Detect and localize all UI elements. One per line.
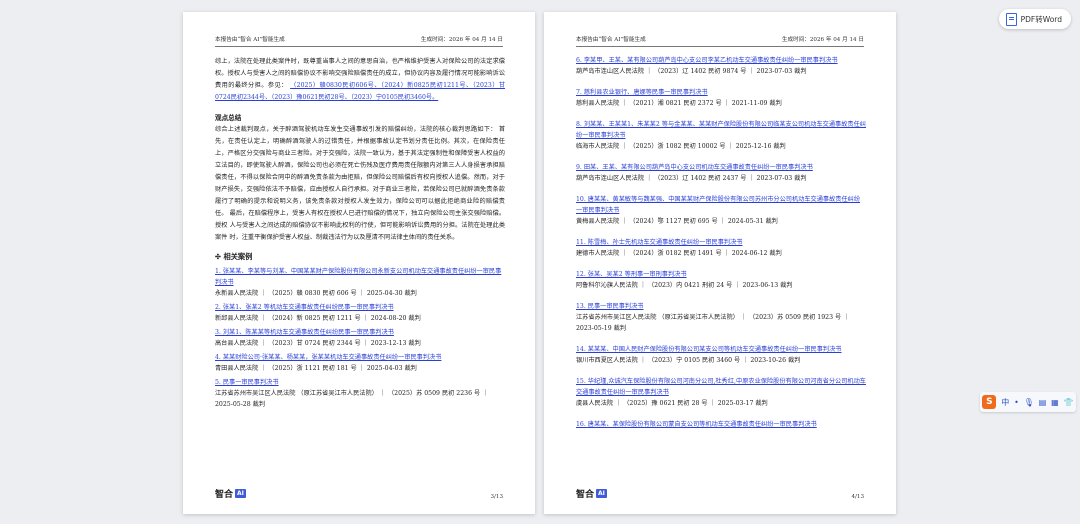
case-item: 15. 华纪瑾,众诚汽车保险股份有限公司河南分公司,杜秀红,中原农业保险股份有限… xyxy=(576,376,866,409)
intro-line: 费用的最终分担。参见： xyxy=(215,82,288,89)
pdf-page-3: 本报告由“智合 AI”智能生成 生成时间：2026 年 04 月 14 日 综上… xyxy=(183,12,535,514)
skin-icon[interactable]: ▦ xyxy=(1051,398,1059,407)
case-link[interactable]: 12. 张某、吴某2 等刑事一审刑事判决书 xyxy=(576,271,687,278)
page-body: 综上，法院在处理此类案件时，既尊重当事人之间的意思自治，也严格维护受害人对保险公… xyxy=(215,56,505,410)
ime-lang-toggle[interactable]: 中 xyxy=(1001,397,1009,408)
case-item: 2. 张某1、张某2 等机动车交通事故责任纠纷民事一审民事判决书 新邱县人民法院… xyxy=(215,302,505,324)
case-meta: 慈利县人民法院 ｜ （2021）湘 0821 民初 2372 号 ｜ 2021-… xyxy=(576,100,782,107)
zhihe-logo: 智合 AI xyxy=(215,487,246,500)
page-number: 3/13 xyxy=(490,494,503,500)
case-item: 10. 唐某某、黄某敏等与魏某强、中国某某财产保险股份有限公司苏州市分公司机动车… xyxy=(576,194,866,227)
summary-line: 综合上述裁判观点，关于醉酒驾驶机动车发生交通事故引发的赔偿纠纷，法院的核心裁判思… xyxy=(215,126,497,133)
header-right: 生成时间：2026 年 04 月 14 日 xyxy=(781,37,864,43)
case-link[interactable]: 4. 某某财险公司·张某某、杨某某，张某某机动车交通事故责任纠纷一审民事判决书 xyxy=(215,354,441,361)
case-item: 5. 民事一审民事判决书 江苏省苏州市吴江区人民法院 （原江苏省吴江市人民法院）… xyxy=(215,377,505,410)
case-link[interactable]: 16. 唐某某、某保险股份有限公司蒙自支公司等机动车交通事故责任纠纷一审民事判决… xyxy=(576,421,817,428)
case-meta: 新邱县人民法院 ｜ （2024）新 0825 民初 1211 号 ｜ 2024-… xyxy=(215,315,421,322)
case-meta: 江苏省苏州市吴江区人民法院 （原江苏省吴江市人民法院） ｜ （2025）苏 05… xyxy=(215,390,489,408)
case-link[interactable]: 5. 民事一审民事判决书 xyxy=(215,379,279,386)
case-meta: 银川市西夏区人民法院 ｜ （2023）宁 0105 民初 3460 号 ｜ 20… xyxy=(576,357,801,364)
case-link[interactable]: 13. 民事一审民事判决书 xyxy=(576,303,644,310)
page-body: 6. 李某甲、王某、某有限公司葫芦岛中心支公司李某乙机动车交通事故责任纠纷一审民… xyxy=(576,52,866,430)
document-icon xyxy=(1005,12,1017,26)
intro-line: 权。授权人与受害人之间的赔偿协议不影响交强险赔偿责任的成立，但协议内容及履行情况… xyxy=(215,70,505,77)
intro-line: 综上，法院在处理此类案件时，既尊重当事人之间的意思自治，也严格维护受害人对保险公… xyxy=(215,58,505,65)
case-item: 4. 某某财险公司·张某某、杨某某，张某某机动车交通事故责任纠纷一审民事判决书 … xyxy=(215,352,505,374)
case-item: 3. 刘某1、陈某某等机动车交通事故责任纠纷民事一审民事判决书 高台县人民法院 … xyxy=(215,327,505,349)
case-meta: 永新县人民法院 ｜ （2025）赣 0830 民初 606 号 ｜ 2025-0… xyxy=(215,290,417,297)
case-item: 7. 慈利县农业银行、唐娜等民事一审民事判决书 慈利县人民法院 ｜ （2021）… xyxy=(576,87,866,109)
page-footer: 智合 AI 4/13 xyxy=(576,487,864,500)
case-item: 12. 张某、吴某2 等刑事一审刑事判决书 阿鲁科尔沁旗人民法院 ｜ （2023… xyxy=(576,269,866,291)
case-meta: 阿鲁科尔沁旗人民法院 ｜ （2023）内 0421 刑初 24 号 ｜ 2023… xyxy=(576,282,793,289)
summary-line: 偿责任，不得以保险合同中的醉酒免责条款为由拒赔，但保险公司赔偿后有权向授权人追偿… xyxy=(215,174,505,181)
case-item: 1. 张某某、李某等与刘某、中国某某财产保险股份有限公司永新支公司机动车交通事故… xyxy=(215,266,505,299)
sparkle-icon: ✣ xyxy=(215,252,222,261)
header-left: 本报告由“智合 AI”智能生成 xyxy=(215,37,285,43)
case-meta: 高台县人民法院 ｜ （2023）甘 0724 民初 2344 号 ｜ 2023-… xyxy=(215,340,421,347)
case-item: 14. 某某某、中国人民财产保险股份有限公司某支公司等机动车交通事故责任纠纷一审… xyxy=(576,344,866,366)
summary-line: 时，注重平衡保护受害人权益、制裁违法行为以及厘清不同法律主体间的责任关系。 xyxy=(229,234,459,241)
case-item: 11. 陈雪梅、孙士先机动车交通事故责任纠纷一审民事判决书 建德市人民法院 ｜ … xyxy=(576,237,866,259)
logo-badge: AI xyxy=(235,489,246,498)
case-link[interactable]: 6. 李某甲、王某、某有限公司葫芦岛中心支公司李某乙机动车交通事故责任纠纷一审民… xyxy=(576,57,838,64)
summary-title: 观点总结 xyxy=(215,114,242,122)
case-meta: 建德市人民法院 ｜ （2024）浙 0182 民初 1491 号 ｜ 2024-… xyxy=(576,250,782,257)
keyboard-icon[interactable]: ▤ xyxy=(1039,398,1047,407)
header-right: 生成时间：2026 年 04 月 14 日 xyxy=(420,37,503,43)
case-link[interactable]: 7. 慈利县农业银行、唐娜等民事一审民事判决书 xyxy=(576,89,708,96)
logo-text: 智合 xyxy=(576,490,595,500)
case-link[interactable]: 14. 某某某、中国人民财产保险股份有限公司某支公司等机动车交通事故责任纠纷一审… xyxy=(576,346,842,353)
case-item: 6. 李某甲、王某、某有限公司葫芦岛中心支公司李某乙机动车交通事故责任纠纷一审民… xyxy=(576,55,866,77)
case-item: 13. 民事一审民事判决书 江苏省苏州市吴江区人民法院 （原江苏省吴江市人民法院… xyxy=(576,301,866,334)
summary-line: 上，严格区分交强险与商业三者险。对于交强险，法院一致认为，基于其法定强制性和保障… xyxy=(215,150,505,157)
page-footer: 智合 AI 3/13 xyxy=(215,487,503,500)
zhihe-logo: 智合 AI xyxy=(576,487,607,500)
logo-text: 智合 xyxy=(215,490,234,500)
case-meta: 江苏省苏州市吴江区人民法院 （原江苏省吴江市人民法院） ｜ （2023）苏 05… xyxy=(576,314,850,332)
case-meta: 黄梅县人民法院 ｜ （2024）鄂 1127 民初 695 号 ｜ 2024-0… xyxy=(576,218,778,225)
intro-paragraph: 综上，法院在处理此类案件时，既尊重当事人之间的意思自治，也严格维护受害人对保险公… xyxy=(215,56,505,104)
case-meta: 临海市人民法院 ｜ （2025）浙 1082 民初 10002 号 ｜ 2025… xyxy=(576,143,786,150)
case-link[interactable]: 15. 华纪瑾,众诚汽车保险股份有限公司河南分公司,杜秀红,中原农业保险股份有限… xyxy=(576,378,866,396)
ime-toolbar[interactable]: S 中 • 🎙 ▤ ▦ 👕 xyxy=(980,392,1076,412)
case-meta: 青田县人民法院 ｜ （2025）浙 1121 民初 181 号 ｜ 2025-0… xyxy=(215,365,417,372)
case-link[interactable]: 3. 刘某1、陈某某等机动车交通事故责任纠纷民事一审民事判决书 xyxy=(215,329,394,336)
case-item: 16. 唐某某、某保险股份有限公司蒙自支公司等机动车交通事故责任纠纷一审民事判决… xyxy=(576,419,866,430)
case-link[interactable]: 2. 张某1、张某2 等机动车交通事故责任纠纷民事一审民事判决书 xyxy=(215,304,394,311)
case-meta: 虞县人民法院 ｜ （2025）豫 0621 民初 28 号 ｜ 2025-03-… xyxy=(576,400,768,407)
case-link[interactable]: 10. 唐某某、黄某敏等与魏某强、中国某某财产保险股份有限公司苏州市分公司机动车… xyxy=(576,196,860,214)
pdf-to-word-label: PDF转Word xyxy=(1020,14,1062,24)
related-cases-label: 相关案例 xyxy=(223,252,253,261)
case-meta: 葫芦岛市连山区人民法院 ｜ （2023）辽 1402 民初 9874 号 ｜ 2… xyxy=(576,68,807,75)
summary-paragraph: 综合上述裁判观点，关于醉酒驾驶机动车发生交通事故引发的赔偿纠纷，法院的核心裁判思… xyxy=(215,124,505,244)
sogou-icon[interactable]: S xyxy=(982,395,997,409)
pdf-page-4: 本报告由“智合 AI”智能生成 生成时间：2026 年 04 月 14 日 6.… xyxy=(544,12,896,514)
page-header: 本报告由“智合 AI”智能生成 生成时间：2026 年 04 月 14 日 xyxy=(576,35,864,47)
ime-punct-toggle[interactable]: • xyxy=(1014,398,1019,407)
pdf-to-word-button[interactable]: PDF转Word xyxy=(998,9,1071,29)
case-item: 9. 田某、王某、某有限公司葫芦岛中心支公司机动车交通事故责任纠纷一审民事判决书… xyxy=(576,162,866,184)
case-meta: 葫芦岛市连山区人民法院 ｜ （2023）辽 1402 民初 2437 号 ｜ 2… xyxy=(576,175,807,182)
case-link[interactable]: 1. 张某某、李某等与刘某、中国某某财产保险股份有限公司永新支公司机动车交通事故… xyxy=(215,268,501,286)
pdf-viewer: 本报告由“智合 AI”智能生成 生成时间：2026 年 04 月 14 日 综上… xyxy=(0,0,1080,524)
case-link[interactable]: 8. 刘某某、王某某1、朱某某2 等与金某某、某某财产保险股份有限公司临某支公司… xyxy=(576,121,866,139)
case-link[interactable]: 11. 陈雪梅、孙士先机动车交通事故责任纠纷一审民事判决书 xyxy=(576,239,743,246)
page-header: 本报告由“智合 AI”智能生成 生成时间：2026 年 04 月 14 日 xyxy=(215,35,503,47)
summary-line: 立法目的，即使驾驶人醉酒，保险公司也必须在死亡伤残及医疗费用责任限额内对第三人人… xyxy=(215,162,505,169)
shirt-icon[interactable]: 👕 xyxy=(1064,398,1074,407)
logo-badge: AI xyxy=(596,489,607,498)
microphone-icon[interactable]: 🎙 xyxy=(1024,398,1034,407)
summary-line: 财产损失，交强险依法不予赔偿，应由授权人自行承担。对于商业三者险，若保险公司已就… xyxy=(215,186,505,193)
case-item: 8. 刘某某、王某某1、朱某某2 等与金某某、某某财产保险股份有限公司临某支公司… xyxy=(576,119,866,152)
page-number: 4/13 xyxy=(851,494,864,500)
case-link[interactable]: 9. 田某、王某、某有限公司葫芦岛中心支公司机动车交通事故责任纠纷一审民事判决书 xyxy=(576,164,813,171)
header-left: 本报告由“智合 AI”智能生成 xyxy=(576,37,646,43)
related-cases-title: ✣ 相关案例 xyxy=(215,251,505,263)
